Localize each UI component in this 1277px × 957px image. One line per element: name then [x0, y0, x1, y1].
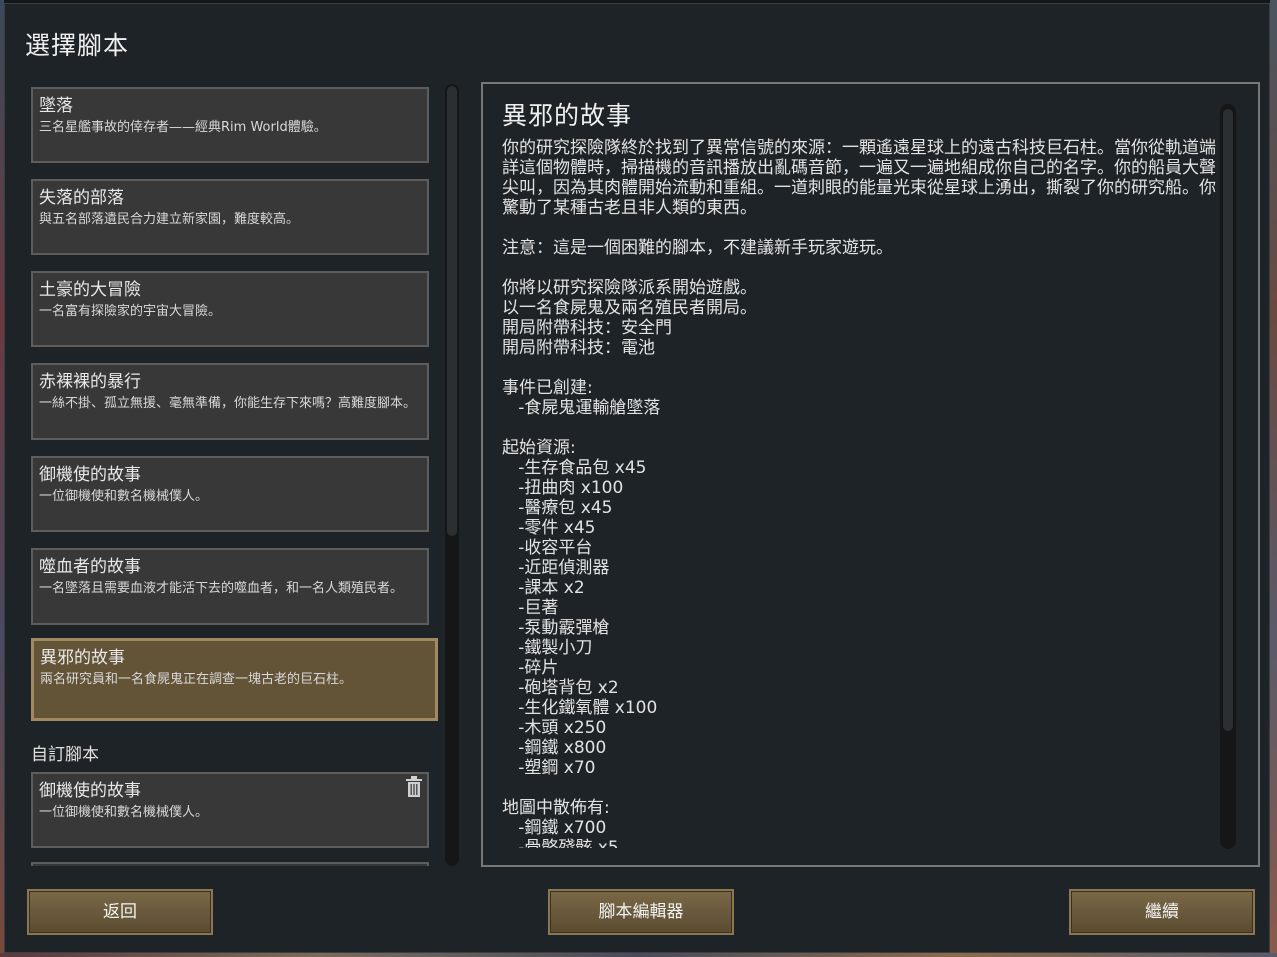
scenario-desc: 兩名研究員和一名食屍鬼正在調查一塊古老的巨石柱。 — [40, 672, 353, 687]
background-edge-bottom — [0, 953, 1277, 957]
detail-description: 你的研究探險隊終於找到了異常信號的來源：一顆遙遠星球上的遠古科技巨石柱。當你從軌… — [502, 138, 1216, 848]
scenario-card-mechanitor[interactable]: 御機使的故事 一位御機使和數名機械僕人。 — [31, 456, 429, 532]
scenario-card-crashlanded[interactable]: 墜落 三名星艦事故的倖存者——經典Rim World體驗。 — [31, 87, 429, 163]
continue-button[interactable]: 繼續 — [1069, 889, 1255, 935]
scenario-name: 御機使的故事 — [39, 465, 141, 485]
custom-scenario-card[interactable]: 御機使的故事 一位御機使和數名機械僕人。 — [31, 772, 429, 848]
scenario-card-naked-brutality[interactable]: 赤裸裸的暴行 一絲不掛、孤立無援、毫無準備，你能生存下來嗎？高難度腳本。 — [31, 363, 429, 440]
scenario-select-dialog: 選擇腳本 墜落 三名星艦事故的倖存者——經典Rim World體驗。 失落的部落… — [4, 3, 1270, 953]
scenario-name: 墜落 — [39, 96, 73, 116]
scenario-card-rich-explorer[interactable]: 土豪的大冒險 一名富有探險家的宇宙大冒險。 — [31, 271, 429, 347]
detail-title: 異邪的故事 — [502, 101, 633, 130]
scenario-name: 土豪的大冒險 — [39, 280, 141, 300]
scenario-desc: 一名墜落且需要血液才能活下去的噬血者，和一名人類殖民者。 — [39, 581, 404, 596]
scenario-desc: 一位御機使和數名機械僕人。 — [39, 805, 209, 820]
detail-scrollbar[interactable] — [1220, 104, 1236, 849]
scrollbar-thumb[interactable] — [447, 86, 457, 536]
scenario-name: 御機使的故事 — [39, 781, 141, 801]
custom-scenario-card-partial[interactable] — [31, 862, 429, 866]
custom-scenarios-header: 自訂腳本 — [31, 745, 99, 765]
scenario-name: 赤裸裸的暴行 — [39, 372, 141, 392]
scenario-card-lost-tribe[interactable]: 失落的部落 與五名部落遺民合力建立新家園，難度較高。 — [31, 179, 429, 255]
trash-icon[interactable] — [405, 776, 423, 798]
background-edge-right — [1270, 0, 1277, 957]
scenario-name: 失落的部落 — [39, 188, 124, 208]
scenario-desc: 一絲不掛、孤立無援、毫無準備，你能生存下來嗎？高難度腳本。 — [39, 396, 417, 411]
scenario-desc: 三名星艦事故的倖存者——經典Rim World體驗。 — [39, 120, 327, 135]
dialog-title: 選擇腳本 — [25, 31, 130, 60]
scenario-name: 噬血者的故事 — [39, 557, 141, 577]
scenario-desc: 一名富有探險家的宇宙大冒險。 — [39, 304, 222, 319]
scrollbar-thumb[interactable] — [1223, 109, 1233, 731]
scenario-card-sanguophage[interactable]: 噬血者的故事 一名墜落且需要血液才能活下去的噬血者，和一名人類殖民者。 — [31, 548, 429, 625]
scenario-desc: 一位御機使和數名機械僕人。 — [39, 489, 209, 504]
scenario-detail-panel: 異邪的故事 你的研究探險隊終於找到了異常信號的來源：一顆遙遠星球上的遠古科技巨石… — [481, 82, 1260, 867]
scenario-detail-content: 異邪的故事 你的研究探險隊終於找到了異常信號的來源：一顆遙遠星球上的遠古科技巨石… — [502, 98, 1222, 848]
scenario-editor-button[interactable]: 腳本編輯器 — [548, 889, 734, 935]
back-button[interactable]: 返回 — [27, 889, 213, 935]
scenario-desc: 與五名部落遺民合力建立新家園，難度較高。 — [39, 212, 300, 227]
scenario-card-anomaly-selected[interactable]: 異邪的故事 兩名研究員和一名食屍鬼正在調查一塊古老的巨石柱。 — [31, 638, 438, 721]
scenario-name: 異邪的故事 — [40, 648, 125, 668]
scenario-list-scrollbar[interactable] — [445, 84, 459, 866]
scenario-list[interactable]: 墜落 三名星艦事故的倖存者——經典Rim World體驗。 失落的部落 與五名部… — [31, 84, 438, 866]
